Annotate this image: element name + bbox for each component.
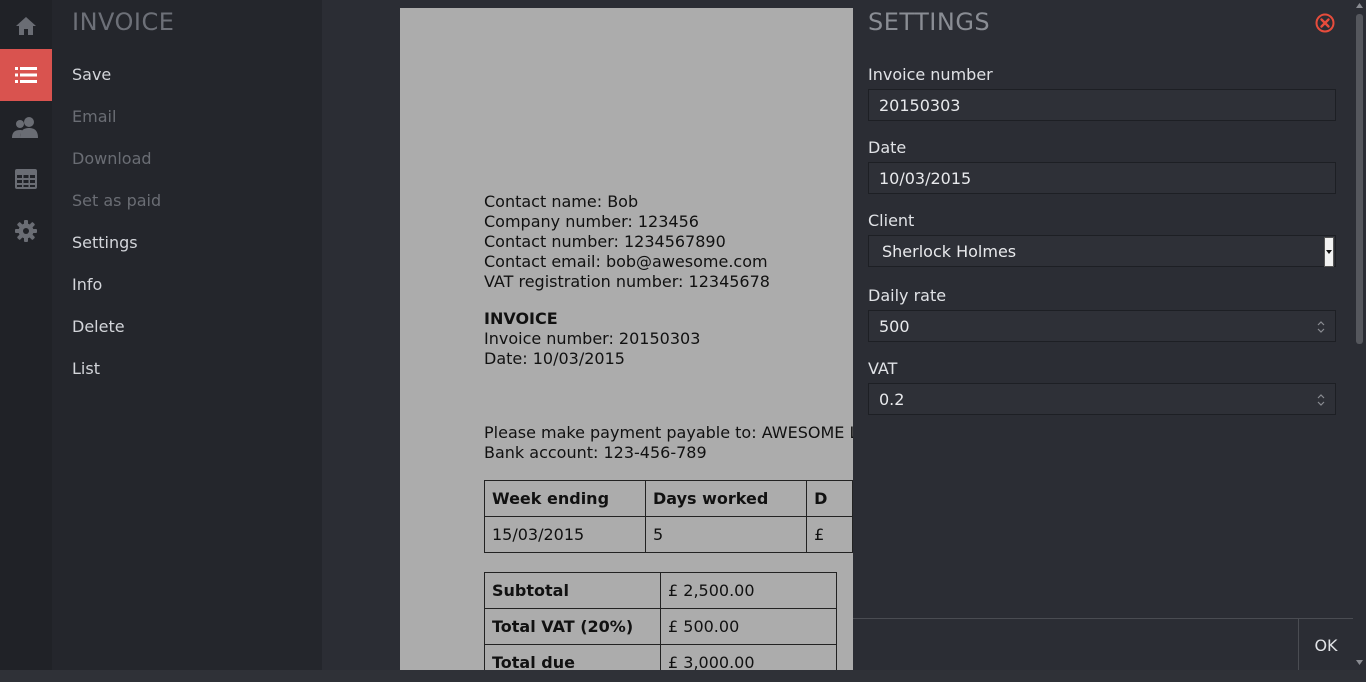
vertical-scrollbar[interactable] <box>1353 0 1366 670</box>
table-row: 15/03/2015 5 £ <box>484 516 853 553</box>
nav-invoices[interactable] <box>0 49 52 101</box>
contact-name: Contact name: Bob <box>484 192 639 211</box>
table-header: Days worked <box>644 480 808 517</box>
table-cell: 15/03/2015 <box>484 516 646 553</box>
client-select[interactable]: Sherlock Holmes <box>868 235 1336 267</box>
totals-value: £ 3,000.00 <box>660 644 837 670</box>
invoice-number-line: Invoice number: 20150303 <box>484 329 701 348</box>
nav-clients[interactable] <box>0 101 52 153</box>
invoice-number-value: 20150303 <box>879 95 961 115</box>
list-icon <box>15 67 37 83</box>
nav-calendar[interactable] <box>0 153 52 205</box>
totals-value: £ 2,500.00 <box>660 572 837 609</box>
gear-icon <box>15 220 37 242</box>
nav-home[interactable] <box>0 0 52 52</box>
totals-row: Subtotal £ 2,500.00 <box>484 572 837 609</box>
company-number: Company number: 123456 <box>484 212 699 231</box>
scroll-down-icon[interactable] <box>1356 660 1363 665</box>
contact-number: Contact number: 1234567890 <box>484 232 726 251</box>
vat-label: VAT <box>868 359 898 378</box>
totals-table: Subtotal £ 2,500.00 Total VAT (20%) £ 50… <box>484 572 837 670</box>
table-header: Week ending <box>484 480 646 517</box>
payment-line: Please make payment payable to: AWESOME … <box>484 423 853 442</box>
close-icon[interactable] <box>1315 13 1335 33</box>
nav-settings[interactable] <box>0 205 52 257</box>
ok-button[interactable]: OK <box>1298 619 1353 671</box>
spinner-icon[interactable] <box>1317 319 1325 335</box>
table-cell: £ <box>806 516 853 553</box>
calendar-icon <box>15 169 37 189</box>
client-label: Client <box>868 211 915 230</box>
date-value: 10/03/2015 <box>879 168 972 188</box>
daily-rate-label: Daily rate <box>868 286 947 305</box>
settings-footer: OK <box>853 618 1353 671</box>
invoice-date-line: Date: 10/03/2015 <box>484 349 625 368</box>
contact-email: Contact email: bob@awesome.com <box>484 252 768 271</box>
table-header: D <box>806 480 853 517</box>
menu-item-delete[interactable]: Delete <box>72 317 125 336</box>
work-table: Week ending Days worked D 15/03/2015 5 £ <box>484 480 853 553</box>
menu-item-download: Download <box>72 149 152 168</box>
totals-label: Total due <box>484 644 661 670</box>
menu-item-set-as-paid: Set as paid <box>72 191 162 210</box>
spinner-icon[interactable] <box>1317 392 1325 408</box>
chevron-down-icon[interactable] <box>1324 237 1334 267</box>
table-header-row: Week ending Days worked D <box>484 480 853 517</box>
date-input[interactable]: 10/03/2015 <box>868 162 1336 194</box>
invoice-preview: Contact name: Bob Company number: 123456… <box>400 8 853 670</box>
invoice-number-input[interactable]: 20150303 <box>868 89 1336 121</box>
client-value: Sherlock Holmes <box>882 241 1017 261</box>
totals-label: Total VAT (20%) <box>484 608 661 645</box>
daily-rate-value: 500 <box>879 316 910 336</box>
menu-item-settings[interactable]: Settings <box>72 233 138 252</box>
menu-item-email: Email <box>72 107 117 126</box>
invoice-number-label: Invoice number <box>868 65 993 84</box>
date-label: Date <box>868 138 907 157</box>
scroll-up-icon[interactable] <box>1356 3 1363 8</box>
menu-item-list[interactable]: List <box>72 359 100 378</box>
home-icon <box>16 17 36 35</box>
invoice-menu: INVOICE Save Email Download Set as paid … <box>52 0 322 670</box>
users-icon <box>12 117 38 138</box>
totals-row: Total VAT (20%) £ 500.00 <box>484 608 837 645</box>
totals-label: Subtotal <box>484 572 661 609</box>
settings-panel: SETTINGS Invoice number 20150303 Date 10… <box>853 0 1353 671</box>
scrollbar-thumb[interactable] <box>1356 14 1363 344</box>
icon-rail <box>0 0 52 670</box>
settings-title: SETTINGS <box>868 8 991 36</box>
totals-row: Total due £ 3,000.00 <box>484 644 837 670</box>
invoice-heading: INVOICE <box>484 309 558 328</box>
vat-input[interactable]: 0.2 <box>868 383 1336 415</box>
vat-registration: VAT registration number: 12345678 <box>484 272 770 291</box>
totals-value: £ 500.00 <box>660 608 837 645</box>
bank-line: Bank account: 123-456-789 <box>484 443 707 462</box>
horizontal-scrollbar[interactable] <box>0 670 1366 682</box>
menu-item-save[interactable]: Save <box>72 65 111 84</box>
vat-value: 0.2 <box>879 389 905 409</box>
daily-rate-input[interactable]: 500 <box>868 310 1336 342</box>
menu-item-info[interactable]: Info <box>72 275 102 294</box>
table-cell: 5 <box>644 516 808 553</box>
menu-title: INVOICE <box>72 8 175 36</box>
